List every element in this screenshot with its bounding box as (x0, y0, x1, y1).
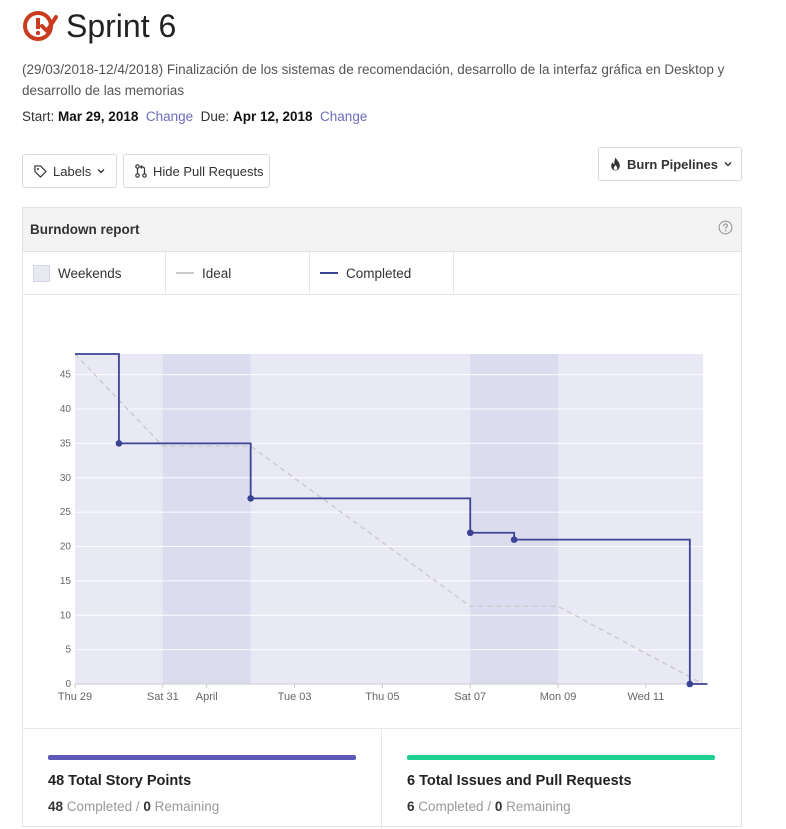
report-header: Burndown report (23, 208, 741, 252)
completed-point (466, 529, 474, 537)
completed-swatch (320, 272, 338, 274)
completed-point (686, 680, 694, 688)
sprint-description: (29/03/2018-12/4/2018) Finalización de l… (22, 62, 725, 98)
y-tick-label: 20 (60, 542, 72, 553)
x-tick-label: April (196, 691, 218, 703)
change-start-link[interactable]: Change (146, 109, 193, 124)
issues-remaining-count: 0 (494, 799, 503, 814)
legend-weekends-label: Weekends (58, 265, 122, 281)
issues-remaining-label: Remaining (506, 799, 571, 814)
legend-ideal-label: Ideal (202, 265, 232, 281)
burndown-report-panel: Burndown report Weekends Ideal Completed… (22, 207, 742, 829)
burn-pipelines-label: Burn Pipelines (627, 156, 719, 172)
stats-row: 48 Total Story Points 48 Completed / 0 R… (23, 728, 741, 829)
burn-pipelines-button[interactable]: Burn Pipelines (598, 147, 742, 181)
x-tick-label: Thu 29 (58, 691, 92, 703)
question-circle-icon[interactable] (718, 220, 733, 235)
y-tick-label: 10 (60, 610, 72, 621)
weekend-band (470, 354, 559, 684)
y-tick-label: 35 (60, 438, 72, 449)
x-tick-label: Wed 11 (627, 691, 664, 703)
legend-ideal[interactable]: Ideal (166, 252, 310, 294)
hide-pull-requests-label: Hide Pull Requests (153, 163, 264, 179)
x-tick-label: Sat 31 (147, 691, 179, 703)
chevron-down-icon (97, 169, 105, 174)
x-tick-label: Mon 09 (540, 691, 577, 703)
y-tick-label: 0 (65, 679, 71, 690)
story-points-progress-bar (48, 755, 356, 760)
issues-progress-bar (407, 755, 715, 760)
change-due-link[interactable]: Change (320, 109, 367, 124)
y-tick-label: 15 (60, 576, 72, 587)
story-points-remaining-label: Remaining (154, 799, 220, 814)
weekends-swatch (33, 264, 50, 282)
story-points-stat: 48 Total Story Points 48 Completed / 0 R… (23, 729, 382, 829)
completed-point (115, 440, 123, 447)
page-title: Sprint 6 (66, 8, 177, 44)
issues-separator: / (487, 799, 492, 814)
issues-stat: 6 Total Issues and Pull Requests 6 Compl… (382, 729, 741, 829)
hide-pull-requests-button[interactable]: Hide Pull Requests (123, 154, 270, 188)
legend-completed-label: Completed (346, 265, 412, 281)
ideal-swatch (176, 272, 194, 274)
labels-button[interactable]: Labels (22, 154, 117, 188)
story-points-completed-count: 48 (48, 799, 64, 814)
issues-summary: 6 Completed / 0 Remaining (407, 799, 571, 814)
report-title: Burndown report (30, 222, 140, 237)
tag-icon (34, 164, 47, 178)
story-points-summary: 48 Completed / 0 Remaining (48, 799, 219, 814)
chart-legend: Weekends Ideal Completed (23, 252, 741, 295)
start-label: Start: (22, 109, 55, 124)
labels-button-label: Labels (53, 163, 92, 179)
issues-title: 6 Total Issues and Pull Requests (407, 773, 632, 789)
completed-point (247, 495, 254, 502)
due-label: Due: (200, 109, 230, 124)
legend-completed[interactable]: Completed (310, 252, 454, 294)
pull-request-icon (135, 164, 147, 178)
chevron-down-icon (724, 162, 732, 167)
x-tick-label: Sat 07 (454, 691, 486, 703)
start-date: Mar 29, 2018 (58, 109, 139, 124)
milestone-clock-icon (23, 11, 58, 41)
flame-icon (611, 157, 620, 171)
y-tick-label: 40 (60, 404, 72, 415)
story-points-completed-label: Completed (66, 799, 133, 814)
story-points-separator: / (135, 799, 140, 814)
y-tick-label: 5 (65, 645, 71, 656)
weekend-band (162, 354, 251, 684)
burndown-chart: 0 5 10 15 20 25 30 35 40 45 Thu 29 Sat 31 April Tue 0… (58, 353, 708, 703)
issues-completed-count: 6 (407, 799, 415, 814)
due-date: Apr 12, 2018 (232, 109, 313, 124)
x-tick-label: Thu 05 (365, 691, 399, 703)
issues-completed-label: Completed (418, 799, 484, 814)
completed-point (510, 536, 518, 543)
legend-weekends[interactable]: Weekends (23, 252, 166, 294)
y-tick-label: 25 (60, 507, 72, 518)
sprint-dates: Start: Mar 29, 2018 Change Due: Apr 12, … (22, 108, 367, 126)
y-tick-label: 45 (60, 370, 72, 381)
y-tick-label: 30 (60, 473, 72, 484)
x-tick-label: Tue 03 (278, 691, 312, 703)
story-points-remaining-count: 0 (143, 799, 151, 814)
story-points-title: 48 Total Story Points (48, 773, 192, 789)
